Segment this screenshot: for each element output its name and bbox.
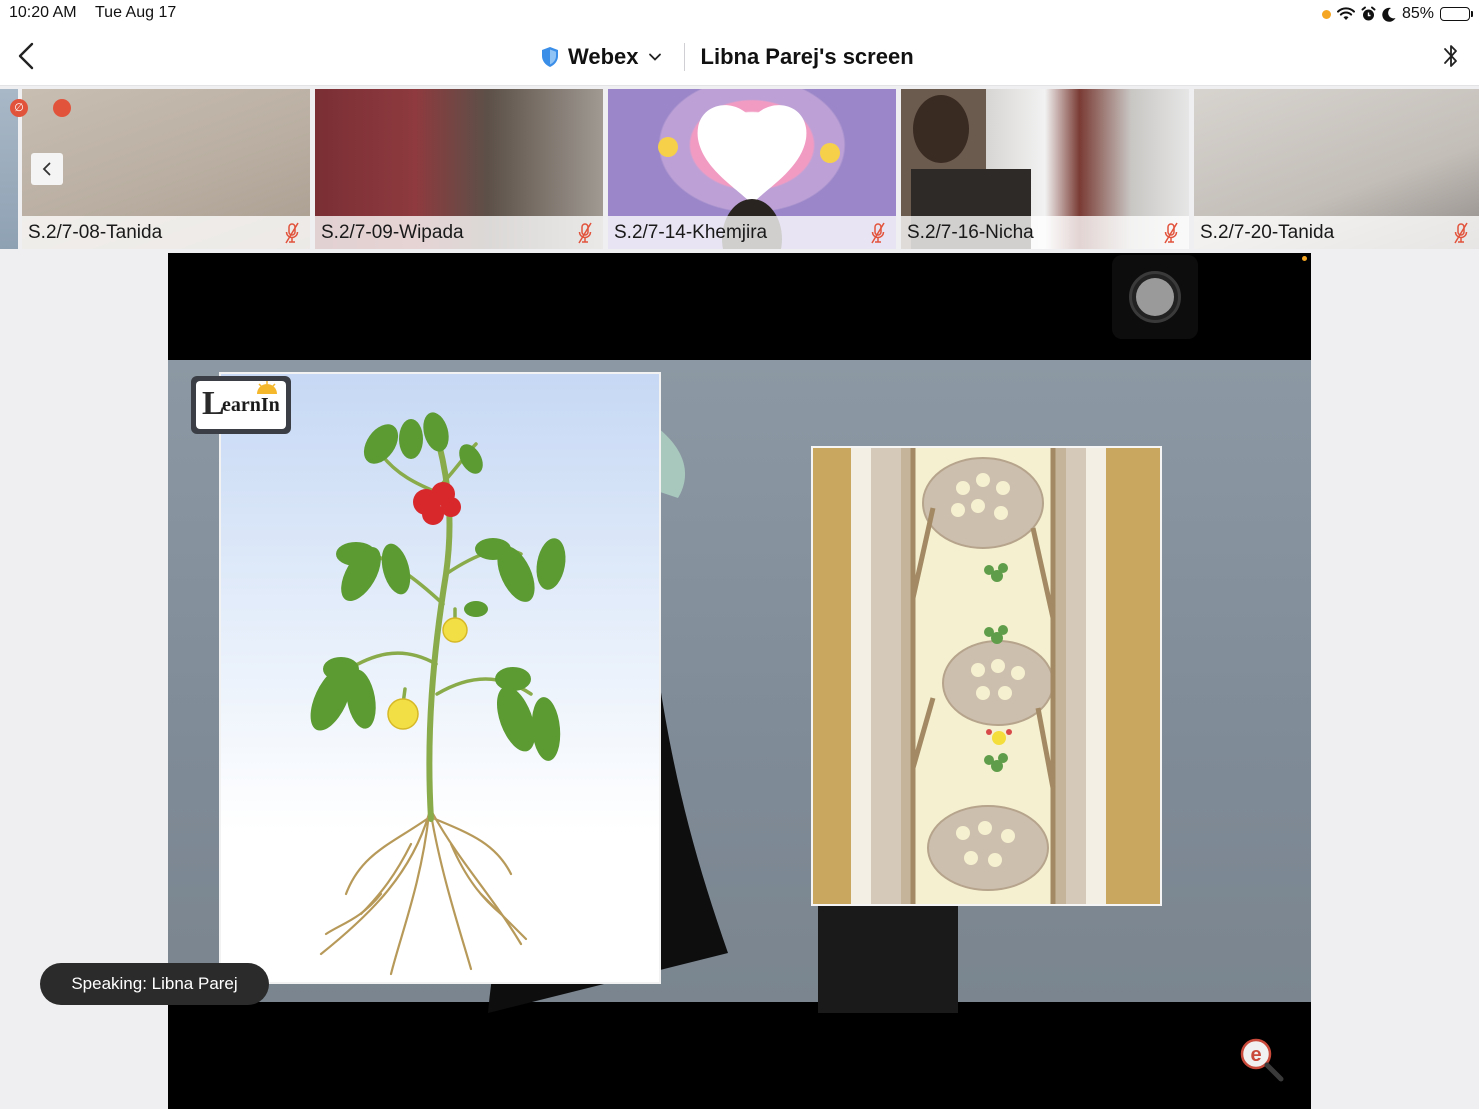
chevron-down-icon[interactable] — [648, 52, 662, 62]
do-not-disturb-icon — [1382, 7, 1396, 22]
mic-muted-icon — [285, 222, 299, 244]
logo-inner: L earnIn — [196, 381, 286, 429]
strip-previous-button[interactable] — [31, 153, 63, 185]
participant-tile[interactable]: S.2/7-20-Tanida — [1194, 89, 1479, 249]
svg-text:e: e — [1250, 1044, 1261, 1066]
record-core — [1136, 278, 1174, 316]
alarm-icon — [1361, 6, 1376, 21]
sun-icon — [257, 381, 277, 394]
header-divider — [683, 43, 685, 71]
participant-name: S.2/7-08-Tanida — [28, 222, 163, 243]
status-bar: 10:20 AM Tue Aug 17 85% — [0, 0, 1479, 28]
plant-illustration — [310, 412, 566, 976]
chevron-left-icon — [42, 162, 51, 176]
battery-percent: 85% — [1401, 5, 1434, 22]
plant-diagram-card — [219, 372, 661, 984]
participant-tile[interactable]: S.2/7-14-Khemjira — [608, 89, 896, 249]
record-ring — [1129, 271, 1181, 323]
participant-name: S.2/7-14-Khemjira — [614, 222, 768, 243]
xylem-cells-illustration — [851, 448, 1106, 904]
meeting-header: Webex Libna Parej's screen — [0, 28, 1479, 86]
shield-icon — [542, 47, 558, 67]
status-date: Tue Aug 17 — [95, 4, 177, 21]
app-switcher-button[interactable]: Webex — [568, 44, 639, 70]
logo-wordmark: earnIn — [222, 394, 280, 416]
wifi-icon — [1336, 7, 1355, 20]
camera-in-use-indicator — [1302, 256, 1307, 261]
participant-tile[interactable]: S.2/7-09-Wipada — [315, 89, 603, 249]
mic-muted-icon — [871, 222, 885, 244]
status-time: 10:20 AM — [9, 4, 77, 21]
battery-icon — [1440, 7, 1473, 21]
participant-name: S.2/7-20-Tanida — [1200, 222, 1335, 243]
status-indicators: 85% — [1321, 4, 1473, 24]
mic-in-use-indicator — [1321, 9, 1331, 19]
xylem-diagram-card — [811, 446, 1162, 906]
bluetooth-icon[interactable] — [1441, 40, 1461, 72]
participant-name: S.2/7-09-Wipada — [321, 222, 464, 243]
shared-screen[interactable]: L earnIn — [168, 253, 1311, 1109]
mic-muted-icon — [1164, 222, 1178, 244]
participant-name: S.2/7-16-Nicha — [907, 222, 1034, 243]
recording-indicator-icon — [53, 99, 71, 117]
zoom-magnifier-icon[interactable]: e — [1238, 1037, 1286, 1085]
mic-muted-badge-icon: ∅ — [10, 99, 28, 117]
meeting-title-group: Webex Libna Parej's screen — [540, 40, 914, 74]
chevron-left-icon[interactable] — [12, 40, 42, 72]
mic-muted-icon — [578, 222, 592, 244]
mic-muted-icon — [1454, 222, 1468, 244]
learnin-logo: L earnIn — [191, 376, 291, 434]
participant-tile[interactable]: S.2/7-16-Nicha — [901, 89, 1189, 249]
page-title: Libna Parej's screen — [700, 44, 914, 69]
participant-strip[interactable]: S.2/7-08-Tanida S.2/7-09-Wipada S.2/7-14… — [0, 88, 1479, 250]
active-speaker-badge: Speaking: Libna Parej — [40, 963, 269, 1005]
record-button[interactable] — [1112, 255, 1198, 339]
